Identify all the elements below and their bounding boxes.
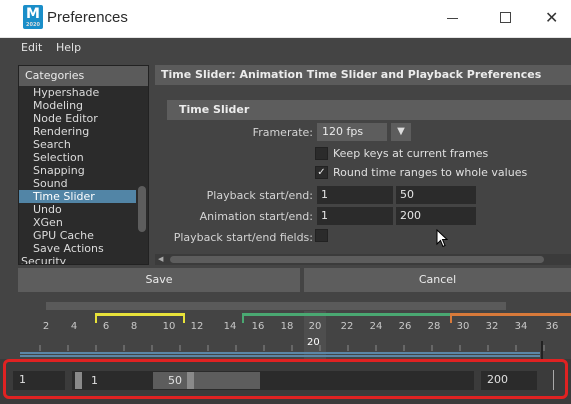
category-security[interactable]: Security: [19, 255, 137, 264]
time-slider[interactable]: 2 4 6 8 10 12 14 16 18 20 22 24 26 28 30…: [0, 311, 571, 359]
settings-header: Time Slider: Animation Time Slider and P…: [155, 65, 571, 85]
category-node-editor[interactable]: Node Editor: [19, 112, 137, 125]
frame-label: 4: [70, 321, 78, 332]
save-button[interactable]: Save: [18, 268, 300, 292]
category-search[interactable]: Search: [19, 138, 137, 151]
preferences-body: Categories Hypershade Modeling Node Edit…: [0, 58, 571, 300]
frame-label: 34: [514, 321, 528, 332]
round-time-label: Round time ranges to whole values: [333, 166, 528, 179]
window-title: Preferences: [47, 9, 128, 26]
frame-label: 32: [485, 321, 499, 332]
frame-label: 12: [190, 321, 204, 332]
section-time-slider[interactable]: Time Slider: [167, 100, 571, 120]
category-gpu-cache[interactable]: GPU Cache: [19, 229, 137, 242]
fields-label: Playback start/end fields:: [173, 231, 313, 244]
menu-edit[interactable]: Edit: [21, 41, 42, 54]
categories-header: Categories: [19, 66, 148, 86]
frame-label: 18: [280, 321, 294, 332]
timeline-bookmarks: [20, 313, 571, 359]
frame-label: 6: [102, 321, 110, 332]
category-rendering[interactable]: Rendering: [19, 125, 137, 138]
categories-panel: Categories Hypershade Modeling Node Edit…: [18, 65, 149, 265]
minimize-button[interactable]: [429, 0, 475, 38]
category-hypershade[interactable]: Hypershade: [19, 86, 137, 99]
category-time-slider[interactable]: Time Slider: [19, 190, 137, 203]
cancel-button[interactable]: Cancel: [304, 268, 571, 292]
category-undo[interactable]: Undo: [19, 203, 137, 216]
categories-scrollbar[interactable]: [136, 86, 148, 264]
playback-end-field[interactable]: 50: [396, 186, 476, 204]
hscroll-thumb[interactable]: [170, 256, 544, 263]
frame-label: 36: [545, 321, 559, 332]
category-selection[interactable]: Selection: [19, 151, 137, 164]
frame-label: 26: [398, 321, 412, 332]
preferences-window: M 2020 Preferences ✕ Edit Help Categorie…: [0, 0, 571, 300]
minimize-icon: [447, 18, 458, 19]
title-bar: M 2020 Preferences ✕: [0, 0, 571, 38]
frame-label: 20: [308, 321, 322, 332]
menu-help[interactable]: Help: [56, 41, 81, 54]
playback-start-field[interactable]: 1: [317, 186, 393, 204]
mouse-cursor-icon: [436, 229, 448, 248]
frame-label: 22: [340, 321, 354, 332]
chevron-down-icon[interactable]: ▼: [391, 123, 411, 141]
category-sound[interactable]: Sound: [19, 177, 137, 190]
frame-label: 28: [427, 321, 441, 332]
frame-label: 10: [162, 321, 176, 332]
playback-label: Playback start/end:: [206, 189, 313, 202]
close-icon: ✕: [545, 8, 559, 27]
round-time-checkbox[interactable]: ✓: [315, 166, 328, 179]
frame-label: 14: [223, 321, 237, 332]
maximize-icon: [500, 12, 511, 23]
scrollbar-thumb[interactable]: [138, 186, 146, 232]
close-button[interactable]: ✕: [532, 0, 571, 38]
framerate-dropdown[interactable]: 120 fps: [317, 123, 387, 141]
maya-app-icon: M 2020: [23, 5, 43, 29]
fields-checkbox[interactable]: [315, 229, 328, 242]
animation-end-field[interactable]: 200: [396, 207, 476, 225]
category-xgen[interactable]: XGen: [19, 216, 137, 229]
menu-bar: Edit Help: [0, 38, 571, 58]
categories-list: Hypershade Modeling Node Editor Renderin…: [19, 86, 137, 264]
category-save-actions[interactable]: Save Actions: [19, 242, 137, 255]
keep-keys-checkbox[interactable]: [315, 147, 328, 160]
settings-hscrollbar[interactable]: ◀: [155, 254, 571, 265]
frame-label: 8: [130, 321, 138, 332]
shelf-strip: [0, 300, 571, 311]
current-frame-label: 20: [307, 337, 320, 348]
settings-panel: Time Slider: Animation Time Slider and P…: [155, 65, 571, 265]
category-snapping[interactable]: Snapping: [19, 164, 137, 177]
framerate-label: Framerate:: [252, 126, 313, 139]
frame-label: 2: [42, 321, 50, 332]
animation-label: Animation start/end:: [199, 210, 313, 223]
category-modeling[interactable]: Modeling: [19, 99, 137, 112]
keep-keys-label: Keep keys at current frames: [333, 147, 489, 160]
frame-label: 16: [251, 321, 265, 332]
maximize-button[interactable]: [482, 0, 528, 38]
settings-body: Time Slider Framerate: 120 fps ▼ Keep ke…: [155, 85, 571, 265]
frame-label: 30: [456, 321, 470, 332]
scroll-left-icon[interactable]: ◀: [158, 255, 163, 263]
animation-start-field[interactable]: 1: [317, 207, 393, 225]
highlight-box: [3, 359, 568, 399]
frame-label: 24: [369, 321, 383, 332]
anim-prefs-icon[interactable]: [553, 370, 557, 390]
